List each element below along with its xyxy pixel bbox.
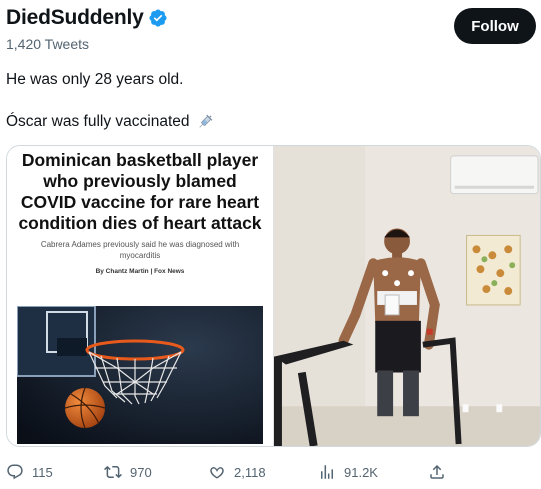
retweet-count: 970 [130, 464, 152, 480]
profile-name[interactable]: DiedSuddenly [6, 6, 144, 30]
tweet-text: He was only 28 years old. Óscar was full… [6, 70, 531, 132]
retweet-action[interactable]: 970 [104, 460, 152, 484]
tweet-line-1: He was only 28 years old. [6, 71, 184, 88]
reply-icon [7, 464, 23, 480]
gym-photo [273, 146, 540, 446]
tweet-line-2-row: Óscar was fully vaccinated [6, 112, 531, 132]
man-on-treadmill-image [274, 146, 540, 446]
share-icon [430, 464, 444, 479]
share-action[interactable] [428, 460, 446, 484]
article-byline: By Chantz Martin | Fox News [95, 268, 185, 275]
tweet-line-2: Óscar was fully vaccinated [6, 113, 190, 130]
syringe-icon [198, 114, 212, 128]
reply-action[interactable]: 115 [6, 460, 53, 484]
retweet-icon [104, 465, 122, 479]
article-headline: Dominican basketball player who previous… [18, 150, 262, 233]
views-action[interactable]: 91.2K [318, 460, 378, 484]
profile-header: DiedSuddenly 1,420 Tweets Follow [6, 6, 536, 58]
tweet-count: 1,420 Tweets [6, 36, 90, 52]
views-chart-icon [321, 465, 333, 479]
article-subheadline: Cabrera Adames previously said he was di… [40, 240, 240, 260]
follow-button[interactable]: Follow [454, 8, 536, 44]
heart-icon [210, 467, 224, 479]
basketball-hoop-image [17, 306, 263, 444]
article-screenshot: Dominican basketball player who previous… [7, 146, 273, 446]
like-action[interactable]: 2,118 [208, 460, 266, 484]
tweet-actions: 115 970 2,118 91.2K [6, 460, 536, 484]
like-count: 2,118 [234, 464, 266, 480]
views-count: 91.2K [344, 464, 378, 480]
tweet-media[interactable]: Dominican basketball player who previous… [6, 145, 541, 447]
reply-count: 115 [32, 464, 53, 480]
verified-badge-icon [149, 9, 167, 27]
